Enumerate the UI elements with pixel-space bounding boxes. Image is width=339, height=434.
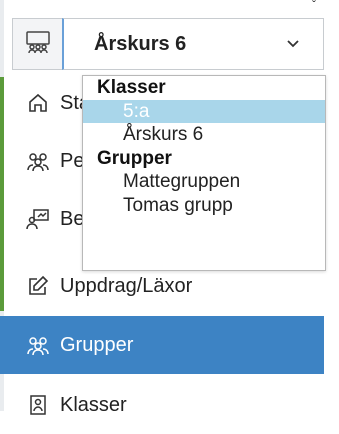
sidebar-item-label: Uppdrag/Läxor xyxy=(60,274,193,297)
dropdown-group-label: Klasser xyxy=(97,77,166,98)
people-icon xyxy=(24,147,52,175)
class-select-dropdown: Klasser 5:a Årskurs 6 Grupper Mattegrupp… xyxy=(82,75,326,271)
groups-switcher-button[interactable] xyxy=(12,18,62,70)
sidebar-item-label: Grupper xyxy=(60,333,134,356)
group-icon xyxy=(24,331,52,359)
home-icon xyxy=(24,89,52,117)
people-board-icon xyxy=(25,29,51,60)
presentation-icon xyxy=(24,205,52,233)
dropdown-option[interactable]: 5:a xyxy=(83,99,325,123)
class-select-value: Årskurs 6 xyxy=(94,32,187,55)
sidebar-item-label: Klasser xyxy=(60,393,127,416)
sidebar-item-grupper[interactable]: Grupper xyxy=(0,316,324,374)
dropdown-group-label: Grupper xyxy=(97,147,172,169)
dropdown-option[interactable]: Tomas grupp xyxy=(83,194,325,218)
edit-icon xyxy=(24,272,52,300)
sidebar-item-klasser[interactable]: Klasser xyxy=(12,376,324,434)
chevron-down-icon xyxy=(285,35,301,56)
class-select[interactable]: Årskurs 6 xyxy=(62,18,324,70)
cursor-mark: ˇ xyxy=(312,0,316,10)
dropdown-option[interactable]: Mattegruppen xyxy=(83,170,325,194)
dropdown-option[interactable]: Årskurs 6 xyxy=(83,123,325,147)
class-icon xyxy=(24,391,52,419)
left-accent-stripe xyxy=(0,77,4,311)
